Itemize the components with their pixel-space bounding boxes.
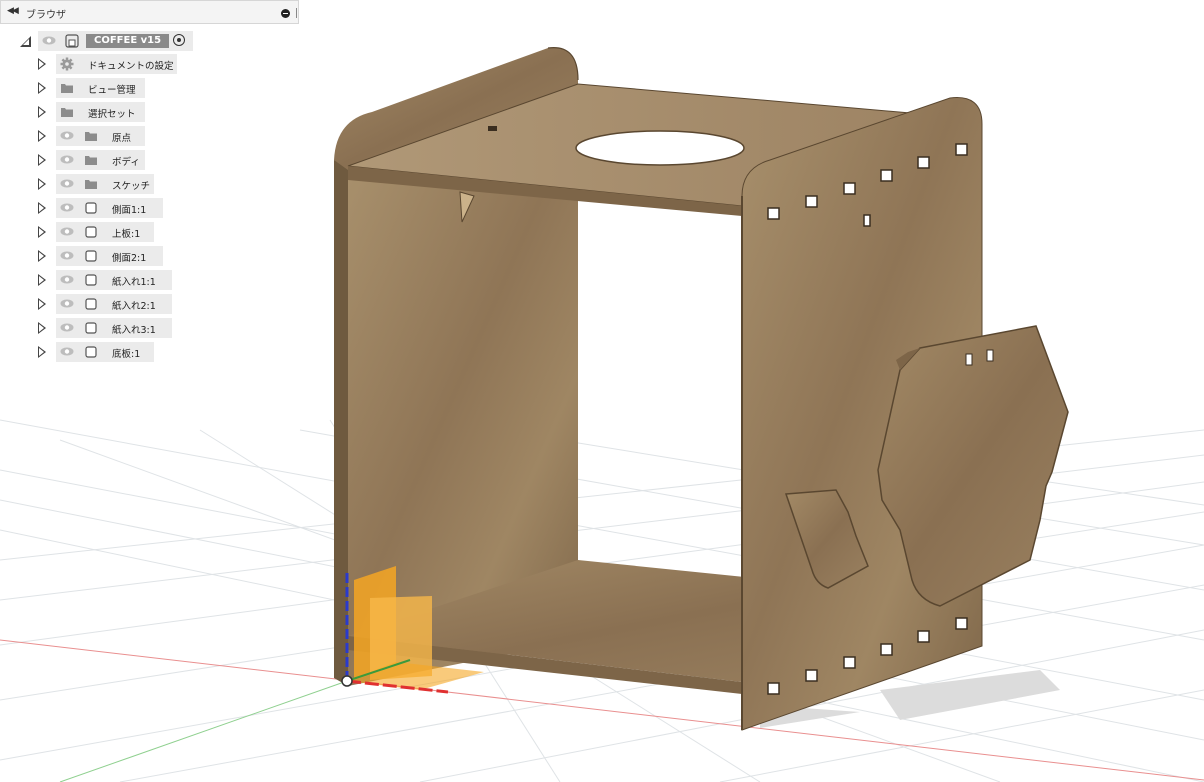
tree-item-paper-holder2[interactable]: 紙入れ2:1 — [0, 294, 180, 314]
collapsed-triangle-icon[interactable] — [38, 346, 46, 358]
eye-icon[interactable] — [60, 323, 74, 332]
tree-item-label: 選択セット — [88, 109, 136, 120]
expanded-triangle-icon[interactable] — [20, 36, 31, 47]
root-label[interactable]: COFFEE v15 — [86, 34, 170, 48]
browser-panel: ◀◀ ブラウザ COFFEE v15 ドキュメントの設定 ビュー管理 選択セット — [0, 0, 300, 370]
filter-hole — [575, 130, 745, 166]
tree-item-origin[interactable]: 原点 — [0, 126, 150, 146]
tree-item-selection-sets[interactable]: 選択セット — [0, 102, 150, 122]
collapsed-triangle-icon[interactable] — [38, 106, 46, 118]
origin-point[interactable] — [341, 675, 353, 687]
folder-icon — [85, 156, 97, 165]
tree-item-side1[interactable]: 側面1:1 — [0, 198, 170, 218]
eye-icon[interactable] — [60, 227, 74, 236]
tree-item-label: 紙入れ3:1 — [112, 325, 156, 336]
eye-icon[interactable] — [60, 275, 74, 284]
collapsed-triangle-icon[interactable] — [38, 178, 46, 190]
collapsed-triangle-icon[interactable] — [38, 250, 46, 262]
collapsed-triangle-icon[interactable] — [38, 322, 46, 334]
component-icon — [85, 346, 97, 358]
tree-item-label: 側面1:1 — [112, 205, 147, 216]
eye-icon[interactable] — [60, 299, 74, 308]
collapsed-triangle-icon[interactable] — [38, 226, 46, 238]
folder-icon — [85, 132, 97, 141]
tree-item-label: 側面2:1 — [112, 253, 147, 264]
gear-icon — [60, 57, 74, 71]
tree-item-sketches[interactable]: スケッチ — [0, 174, 160, 194]
active-radio-icon[interactable] — [173, 34, 185, 46]
collapsed-triangle-icon[interactable] — [38, 298, 46, 310]
eye-icon[interactable] — [60, 179, 74, 188]
component-icon — [85, 250, 97, 262]
tree-item-label: 紙入れ1:1 — [112, 277, 156, 288]
eye-icon[interactable] — [42, 36, 56, 45]
eye-icon[interactable] — [60, 203, 74, 212]
component-icon — [85, 202, 97, 214]
tree-item-label: 底板:1 — [112, 349, 141, 360]
eye-icon[interactable] — [60, 155, 74, 164]
tree-item-bottom-board[interactable]: 底板:1 — [0, 342, 160, 362]
component-icon — [85, 322, 97, 334]
eye-icon[interactable] — [60, 131, 74, 140]
panel-pin-icon[interactable] — [296, 8, 297, 18]
folder-icon — [85, 180, 97, 189]
tree-item-view-management[interactable]: ビュー管理 — [0, 78, 150, 98]
collapsed-triangle-icon[interactable] — [38, 82, 46, 94]
tree-root[interactable]: COFFEE v15 — [0, 31, 200, 51]
document-component-icon — [65, 34, 79, 48]
folder-icon — [61, 84, 73, 93]
browser-header: ◀◀ ブラウザ — [0, 0, 299, 24]
tree-item-label: ビュー管理 — [88, 85, 136, 96]
collapsed-triangle-icon[interactable] — [38, 202, 46, 214]
collapse-icon[interactable]: ◀◀ — [7, 6, 19, 16]
tree-item-label: 紙入れ2:1 — [112, 301, 156, 312]
browser-title: ブラウザ — [26, 10, 66, 21]
tree-item-paper-holder1[interactable]: 紙入れ1:1 — [0, 270, 180, 290]
eye-icon[interactable] — [60, 347, 74, 356]
tree-item-bodies[interactable]: ボディ — [0, 150, 150, 170]
component-icon — [85, 298, 97, 310]
tree-item-label: スケッチ — [112, 181, 151, 192]
minimize-icon[interactable] — [281, 9, 290, 18]
collapsed-triangle-icon[interactable] — [38, 58, 46, 70]
tree-item-label: 原点 — [112, 133, 132, 144]
tree-item-label: ドキュメントの設定 — [88, 61, 174, 72]
tree-item-label: 上板:1 — [112, 229, 141, 240]
tree-item-label: ボディ — [112, 157, 140, 168]
tree-item-document-settings[interactable]: ドキュメントの設定 — [0, 54, 180, 74]
eye-icon[interactable] — [60, 251, 74, 260]
tree-item-paper-holder3[interactable]: 紙入れ3:1 — [0, 318, 180, 338]
folder-icon — [61, 108, 73, 117]
collapsed-triangle-icon[interactable] — [38, 130, 46, 142]
collapsed-triangle-icon[interactable] — [38, 274, 46, 286]
component-icon — [85, 274, 97, 286]
tree-item-side2[interactable]: 側面2:1 — [0, 246, 170, 266]
component-icon — [85, 226, 97, 238]
collapsed-triangle-icon[interactable] — [38, 154, 46, 166]
tree-item-top-board[interactable]: 上板:1 — [0, 222, 160, 242]
